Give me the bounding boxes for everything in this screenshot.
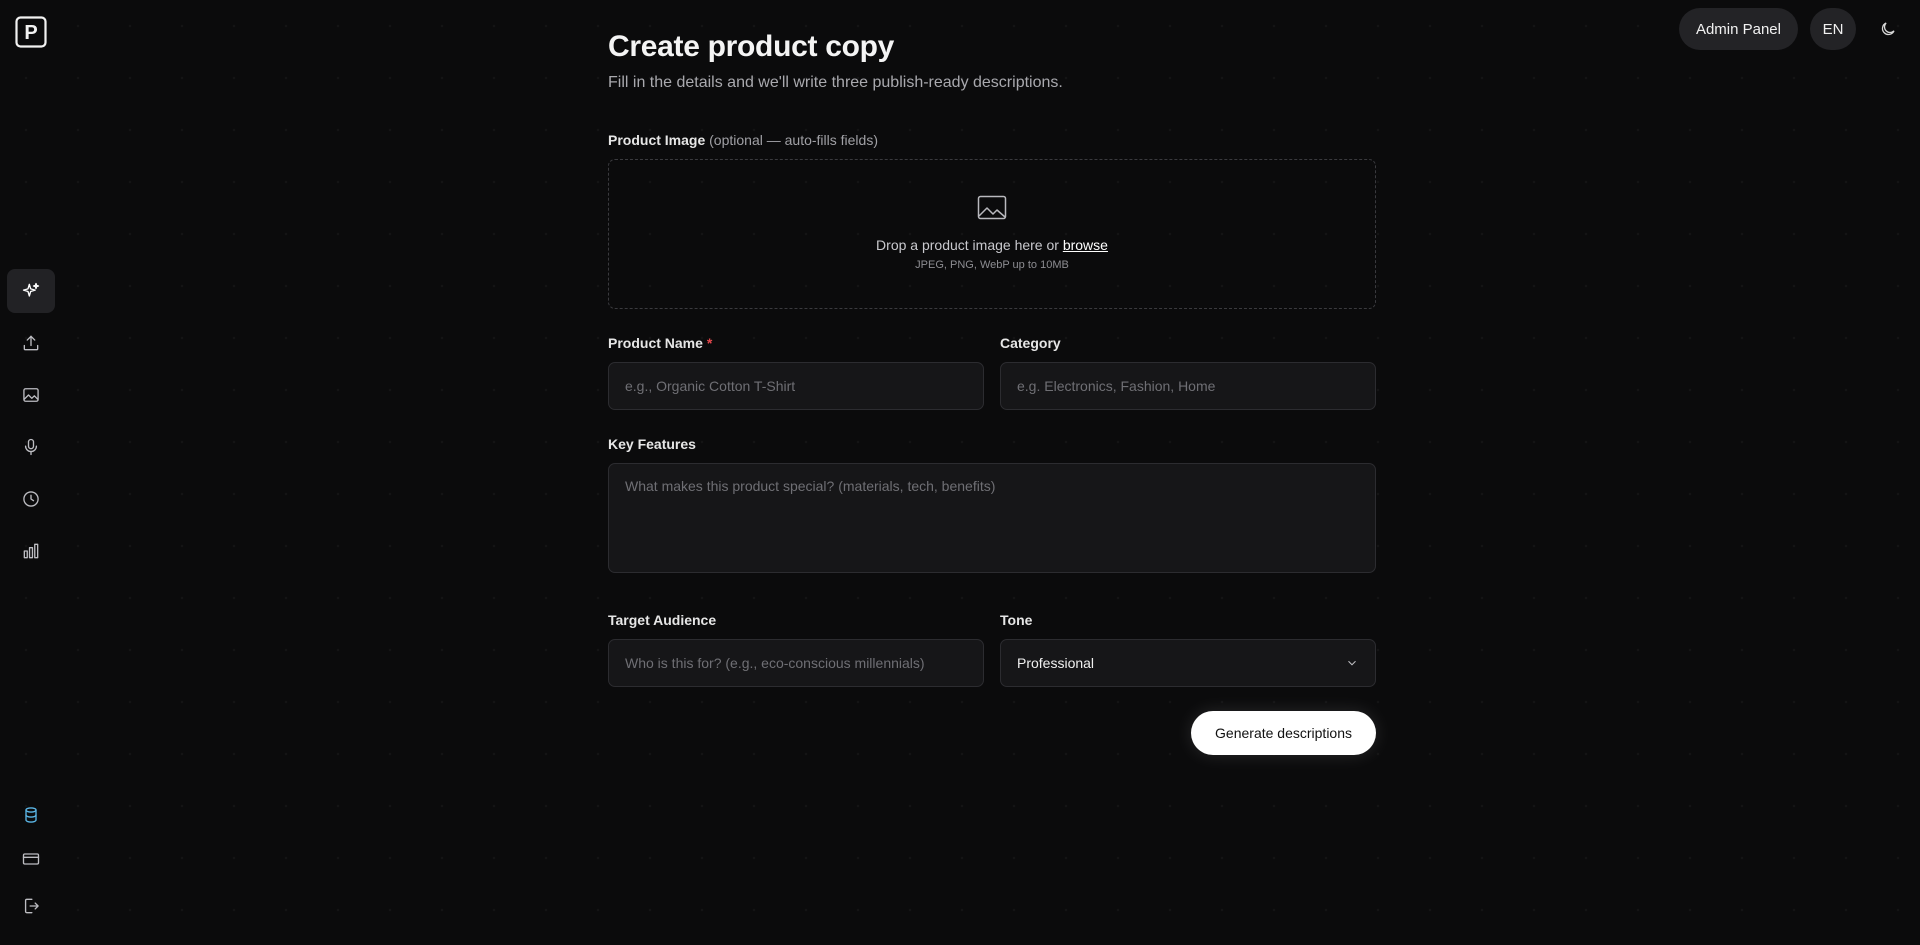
app-logo[interactable]: P <box>15 16 47 48</box>
tone-select[interactable]: Professional <box>1000 639 1376 687</box>
language-button[interactable]: EN <box>1810 8 1856 50</box>
product-image-label: Product Image (optional — auto-fills fie… <box>608 132 1376 148</box>
image-placeholder-icon <box>977 195 1007 220</box>
image-dropzone[interactable]: Drop a product image here or browse JPEG… <box>608 159 1376 309</box>
page-subtitle: Fill in the details and we'll write thre… <box>608 74 1063 91</box>
tone-selected-value: Professional <box>1017 655 1095 671</box>
product-name-input[interactable] <box>608 362 984 410</box>
sparkles-icon <box>22 282 40 297</box>
svg-text:P: P <box>24 22 37 44</box>
sidebar-item-images[interactable] <box>7 373 55 417</box>
image-icon <box>23 388 39 402</box>
page-title: Create product copy <box>608 30 895 63</box>
generate-descriptions-button[interactable]: Generate descriptions <box>1191 711 1376 755</box>
browse-link[interactable]: browse <box>1063 237 1108 253</box>
product-image-optional-note: (optional — auto-fills fields) <box>709 132 878 148</box>
dropzone-instruction: Drop a product image here or <box>876 237 1063 253</box>
top-bar: Admin Panel EN <box>1678 8 1908 50</box>
logout-icon <box>24 898 39 914</box>
product-image-label-text: Product Image <box>608 132 706 148</box>
sidebar-item-history[interactable] <box>7 477 55 521</box>
chevron-down-icon <box>1348 660 1356 666</box>
theme-toggle-button[interactable] <box>1868 9 1908 49</box>
sidebar-item-create[interactable] <box>7 269 55 313</box>
key-features-textarea[interactable] <box>608 463 1376 573</box>
credit-card-icon <box>22 853 40 865</box>
moon-icon <box>1881 22 1895 36</box>
dropzone-text: Drop a product image here or browse <box>876 237 1108 253</box>
required-marker: * <box>706 335 713 351</box>
database-icon <box>25 807 37 823</box>
category-label: Category <box>1000 335 1061 351</box>
target-audience-input[interactable] <box>608 639 984 687</box>
product-name-label: Product Name * <box>608 335 984 351</box>
microphone-icon <box>24 438 38 456</box>
category-input[interactable] <box>1000 362 1376 410</box>
sidebar: P <box>0 0 62 945</box>
sidebar-item-billing[interactable] <box>7 837 55 881</box>
sidebar-item-logout[interactable] <box>7 884 55 928</box>
sidebar-item-voice[interactable] <box>7 425 55 469</box>
admin-panel-button[interactable]: Admin Panel <box>1678 8 1798 50</box>
create-form: Create product copy Fill in the details … <box>608 30 1376 781</box>
target-audience-label: Target Audience <box>608 612 717 628</box>
product-name-label-text: Product Name <box>608 335 703 351</box>
key-features-label: Key Features <box>608 436 696 452</box>
sidebar-item-upload[interactable] <box>7 321 55 365</box>
bar-chart-icon <box>23 543 39 559</box>
logo-mark: P <box>15 16 47 48</box>
tone-label: Tone <box>1000 612 1033 628</box>
sidebar-item-database[interactable] <box>7 793 55 837</box>
clock-icon <box>23 491 39 507</box>
sidebar-item-analytics[interactable] <box>7 529 55 573</box>
dropzone-hint: JPEG, PNG, WebP up to 10MB <box>915 259 1069 271</box>
upload-icon <box>23 335 39 351</box>
